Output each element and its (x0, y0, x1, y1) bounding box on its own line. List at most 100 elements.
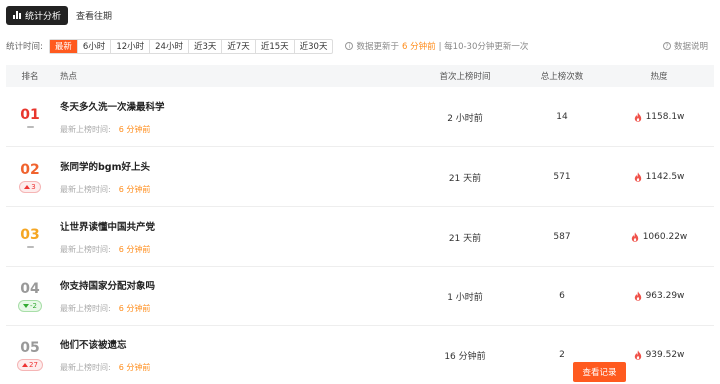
total-count-cell: 2 (559, 350, 565, 360)
range-option[interactable]: 24小时 (149, 39, 188, 53)
table-header: 排名 热点 首次上榜时间 总上榜次数 热度 (6, 65, 714, 87)
topic-title[interactable]: 让世界读懂中国共产党 (60, 219, 410, 233)
total-count-cell: 571 (553, 172, 571, 182)
header-heat: 热度 (650, 72, 668, 82)
total-count-cell: 587 (553, 232, 571, 242)
table-row[interactable]: 01 冬天多久洗一次澡最科学 最新上榜时间: 6 分钟前 2 小时前 14 115… (6, 88, 714, 147)
rank-cell: 02 3 (6, 162, 54, 193)
last-time-label: 最新上榜时间: (60, 245, 111, 254)
table-row[interactable]: 04 -2 你支持国家分配对象吗 最新上榜时间: 6 分钟前 1 小时前 6 96… (6, 267, 714, 326)
info-icon: i (345, 42, 354, 50)
range-option[interactable]: 近15天 (254, 39, 294, 53)
rank-unchanged-dash (26, 125, 34, 128)
top-tabs: 统计分析 查看往期 (6, 5, 114, 25)
topic-cell: 你支持国家分配对象吗 最新上榜时间: 6 分钟前 (54, 278, 410, 314)
last-time-value: 6 分钟前 (118, 363, 151, 372)
first-time-cell: 1 小时前 (447, 292, 483, 303)
topic-cell: 冬天多久洗一次澡最科学 最新上榜时间: 6 分钟前 (54, 99, 410, 135)
last-time-value: 6 分钟前 (118, 185, 151, 194)
last-time-label: 最新上榜时间: (60, 363, 111, 372)
header-topic: 热点 (60, 72, 78, 82)
heat-value: 963.29w (645, 291, 685, 301)
bar-chart-icon (13, 11, 21, 19)
rank-cell: 03 (6, 227, 54, 248)
topic-title[interactable]: 你支持国家分配对象吗 (60, 278, 410, 292)
filter-label: 统计时间: (6, 42, 43, 52)
rank-cell: 05 27 (6, 340, 54, 371)
heat-cell: 1060.22w (604, 232, 714, 242)
topic-cell: 让世界读懂中国共产党 最新上榜时间: 6 分钟前 (54, 219, 410, 255)
last-time-value: 6 分钟前 (118, 304, 151, 313)
heat-value: 1142.5w (645, 172, 685, 182)
flame-icon (634, 291, 641, 301)
rank-number: 05 (20, 339, 40, 356)
topic-meta: 最新上榜时间: 6 分钟前 (60, 362, 410, 373)
rank-number: 01 (20, 106, 40, 123)
last-time-value: 6 分钟前 (118, 245, 151, 254)
tab-statistics[interactable]: 统计分析 (6, 5, 69, 25)
topic-title[interactable]: 冬天多久洗一次澡最科学 (60, 99, 410, 113)
heat-cell: 963.29w (604, 291, 714, 301)
rank-change: 27 (29, 360, 38, 369)
heat-cell: 1142.5w (604, 172, 714, 182)
rank-change: -2 (30, 301, 37, 310)
arrow-down-icon (23, 303, 29, 308)
table-row[interactable]: 02 3 张同学的bgm好上头 最新上榜时间: 6 分钟前 21 天前 571 1… (6, 148, 714, 207)
first-time-cell: 21 天前 (448, 233, 482, 244)
update-info: i 数据更新于 6 分钟前 | 每10-30分钟更新一次 (345, 40, 528, 52)
time-range-selector: 最新 6小时 12小时 24小时 近3天 近7天 近15天 近30天 (48, 38, 334, 54)
header-first-time: 首次上榜时间 (439, 72, 491, 82)
last-time-label: 最新上榜时间: (60, 304, 111, 313)
heat-value: 1158.1w (645, 112, 685, 122)
last-time-label: 最新上榜时间: (60, 185, 111, 194)
rank-change-down-badge: -2 (18, 299, 42, 312)
topic-title[interactable]: 他们不该被遗忘 (60, 337, 410, 351)
rank-change-up-badge: 27 (17, 358, 43, 371)
range-option[interactable]: 近3天 (187, 39, 221, 53)
range-option[interactable]: 最新 (49, 39, 77, 53)
table-row[interactable]: 03 让世界读懂中国共产党 最新上榜时间: 6 分钟前 21 天前 587 106… (6, 208, 714, 267)
view-record-button[interactable]: 查看记录 (573, 362, 626, 382)
rank-cell: 04 -2 (6, 281, 54, 312)
rank-number: 02 (20, 161, 40, 178)
topic-meta: 最新上榜时间: 6 分钟前 (60, 303, 410, 314)
range-option[interactable]: 近30天 (293, 39, 333, 53)
rank-cell: 01 (6, 107, 54, 128)
flame-icon (631, 232, 638, 242)
rank-number: 04 (20, 280, 40, 297)
range-option[interactable]: 近7天 (221, 39, 254, 53)
update-time: 6 分钟前 (401, 42, 436, 52)
tab-statistics-label: 统计分析 (25, 11, 62, 22)
rank-change-up-badge: 3 (19, 180, 41, 193)
update-suffix: | 每10-30分钟更新一次 (438, 42, 529, 52)
topic-cell: 张同学的bgm好上头 最新上榜时间: 6 分钟前 (54, 159, 410, 195)
data-help-link[interactable]: ? 数据说明 (662, 40, 708, 52)
first-time-cell: 2 小时前 (447, 113, 483, 124)
topic-meta: 最新上榜时间: 6 分钟前 (60, 244, 410, 255)
question-icon: ? (662, 42, 671, 50)
heat-value: 1060.22w (642, 232, 688, 242)
range-option[interactable]: 6小时 (76, 39, 110, 53)
topic-title[interactable]: 张同学的bgm好上头 (60, 159, 410, 173)
flame-icon (634, 350, 641, 360)
range-option[interactable]: 12小时 (110, 39, 149, 53)
flame-icon (634, 112, 641, 122)
topic-cell: 他们不该被遗忘 最新上榜时间: 6 分钟前 (54, 337, 410, 373)
first-time-cell: 16 分钟前 (444, 351, 486, 362)
help-label: 数据说明 (673, 42, 708, 52)
last-time-label: 最新上榜时间: (60, 125, 111, 134)
topic-meta: 最新上榜时间: 6 分钟前 (60, 124, 410, 135)
heat-value: 939.52w (645, 350, 685, 360)
total-count-cell: 6 (559, 291, 565, 301)
first-time-cell: 21 天前 (448, 173, 482, 184)
heat-cell: 939.52w (604, 350, 714, 360)
total-count-cell: 14 (556, 112, 568, 122)
tab-history[interactable]: 查看往期 (74, 9, 114, 22)
header-total: 总上榜次数 (540, 72, 584, 82)
filter-bar: 统计时间: 最新 6小时 12小时 24小时 近3天 近7天 近15天 近30天… (6, 38, 714, 54)
rank-change: 3 (31, 182, 36, 191)
heat-cell: 1158.1w (604, 112, 714, 122)
arrow-up-icon (24, 184, 31, 189)
header-rank: 排名 (21, 72, 39, 82)
update-prefix: 数据更新于 (356, 42, 399, 52)
